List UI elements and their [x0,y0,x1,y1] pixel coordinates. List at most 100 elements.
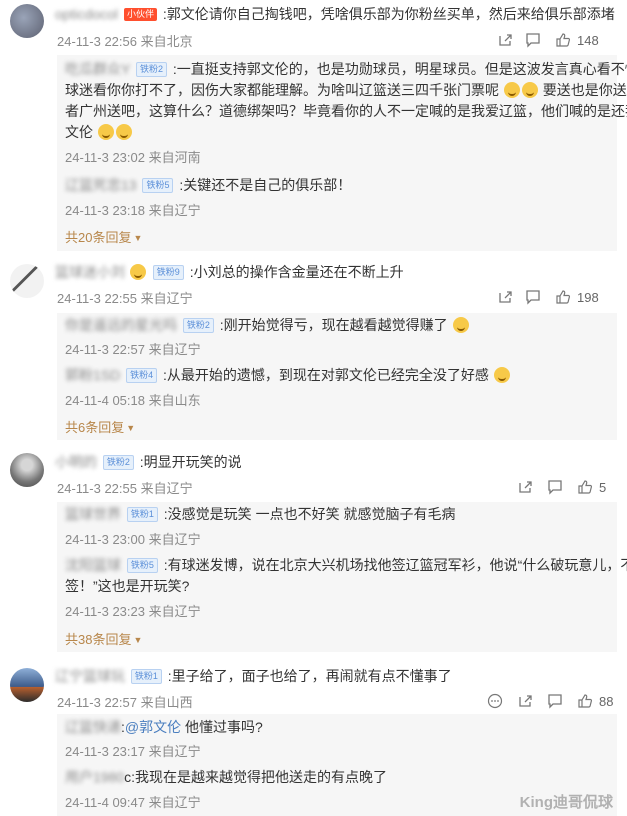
like-icon [578,480,593,494]
reply-box: 你是遥远的星光吗 铁粉2 :刚开始觉得亏，现在越看越觉得赚了 24-11-3 2… [57,313,617,440]
reply-username[interactable]: 辽篮死忠13 [65,177,137,193]
like-count: 88 [599,693,614,709]
emoji-shy-icon [129,264,146,280]
reply-text-line-1: :一直挺支持郭文伦的，也是功勋球员，明星球员。但是这波发言真心看不懂， [172,61,627,77]
reply-username[interactable]: 篮球世界 [65,506,121,522]
reply-2: 用户1980c:我现在是越来越觉得把他送走的有点晚了 [65,767,387,787]
comment-text: :郭文伦请你自己掏钱吧，凭啥俱乐部为你粉丝买单，然后来给俱乐部添堵 [162,6,615,22]
like-button[interactable]: 88 [577,691,613,711]
reply-text: 他懂过事吗? [181,719,263,735]
comment-text: :明显开玩笑的说 [139,454,242,470]
like-count: 198 [577,289,599,305]
comment-icon [548,694,562,709]
comment-icon [548,480,562,495]
emoji-shy-icon [493,367,510,383]
like-icon [556,33,571,47]
more-replies-link[interactable]: 共6条回复 ▼ [65,417,135,436]
reply-username[interactable]: 辽篮快递 [65,719,121,735]
reply-2: 辽篮死忠13 铁粉5 :关键还不是自己的俱乐部！ [65,175,351,195]
reply-meta: 24-11-3 23:17 来自辽宁 [65,744,201,759]
comment-meta: 24-11-3 22:55 来自辽宁 [57,291,193,306]
reply-1: 篮球世界 铁粉1 :没感觉是玩笑 一点也不好笑 就感觉脑子有毛病 [65,504,455,524]
reply-1: 辽篮快递:@郭文伦 他懂过事吗? [65,719,263,735]
reply-box: 篮球世界 铁粉1 :没感觉是玩笑 一点也不好笑 就感觉脑子有毛病 24-11-3… [57,502,627,652]
comment-actions: 5 [517,477,627,497]
mention-link[interactable]: @郭文伦 [125,719,181,735]
username[interactable]: 篮球迷小刘 [55,264,125,280]
reply-text: :没感觉是玩笑 一点也不好笑 就感觉脑子有毛病 [163,506,456,522]
reply-button[interactable] [525,30,541,50]
reply-meta: 24-11-3 23:23 来自辽宁 [65,604,201,619]
reply-button[interactable] [525,287,541,307]
user-badge: 铁粉1 [126,507,158,522]
like-icon [578,694,593,708]
share-icon [499,291,512,303]
like-count: 5 [599,479,607,495]
comment-meta: 24-11-3 22:57 来自山西 [57,695,193,710]
reply-1: 吃瓜群众Y 铁粉2 :一直挺支持郭文伦的，也是功勋球员，明星球员。但是这波发言真… [65,59,627,79]
comment-meta: 24-11-3 22:55 来自辽宁 [57,481,193,496]
reply-text: c:我现在是越来越觉得把他送走的有点晚了 [124,769,388,785]
like-count: 148 [577,32,599,48]
reply-text-line-3: 要送也是你送，或 [542,82,627,98]
comment-icon [526,33,540,48]
reply-meta: 24-11-4 09:47 来自辽宁 [65,795,201,810]
username[interactable]: opticdocol [55,6,118,22]
user-badge: 铁粉9 [152,265,184,280]
more-replies-link[interactable]: 共38条回复 ▼ [65,629,142,648]
share-button[interactable] [497,287,513,307]
chevron-down-icon: ▼ [133,635,143,645]
reply-meta: 24-11-3 23:18 来自辽宁 [65,203,201,218]
reply-2: 沈阳篮球 铁粉5 :有球迷发博，说在北京大兴机场找他签辽篮冠军衫，他说“什么破玩… [65,555,627,575]
username[interactable]: 小明的 [55,454,97,470]
comment-text: :小刘总的操作含金量还在不断上升 [189,264,404,280]
avatar[interactable] [10,264,44,298]
avatar[interactable] [10,668,44,702]
avatar[interactable] [10,453,44,487]
user-badge: 铁粉2 [182,318,214,333]
chevron-down-icon: ▼ [126,423,136,433]
reply-meta: 24-11-3 23:00 来自辽宁 [65,532,201,547]
like-button[interactable]: 5 [577,477,606,497]
like-button[interactable]: 148 [555,30,599,50]
user-badge: 铁粉5 [142,178,174,193]
avatar[interactable] [10,4,44,38]
reply-text: :从最开始的遗憾，到现在对郭文伦已经完全没了好感 [163,367,489,383]
share-button[interactable] [517,477,533,497]
reply-text-line-2: 签！”这也是开玩笑? [65,578,190,594]
emoji-laugh-icon [115,124,132,140]
reply-meta: 24-11-3 23:02 来自河南 [65,150,201,165]
reply-meta: 24-11-3 22:57 来自辽宁 [65,342,201,357]
emoji-laugh-icon [452,317,469,333]
user-badge: 小伙伴 [123,8,157,21]
reply-username[interactable]: 吃瓜群众Y [65,61,130,77]
user-badge: 铁粉5 [126,558,158,573]
emoji-laugh-icon [521,82,538,98]
reply-username[interactable]: 用户1980 [65,769,124,785]
share-button[interactable] [497,30,513,50]
reply-username[interactable]: 沈阳篮球 [65,557,121,573]
more-replies-link[interactable]: 共20条回复 ▼ [65,227,142,246]
reply-text: :刚开始觉得亏，现在越看越觉得赚了 [219,317,448,333]
username[interactable]: 辽宁篮球玩 [55,668,125,684]
reply-2: 郭粉1SD 铁粉4 :从最开始的遗憾，到现在对郭文伦已经完全没了好感 [65,365,511,385]
comment-icon [526,290,540,305]
comment-meta: 24-11-3 22:56 来自北京 [57,34,193,49]
comment-1: opticdocol 小伙伴 :郭文伦请你自己掏钱吧，凭啥俱乐部为你粉丝买单，然… [0,0,627,260]
share-button[interactable] [517,691,533,711]
comment-text: :里子给了，面子也给了，再闹就有点不懂事了 [167,668,452,684]
share-icon [519,481,532,493]
comment-3: 小明的 铁粉2 :明显开玩笑的说 24-11-3 22:55 来自辽宁 5 篮球… [0,450,627,660]
comment-actions: 88 [487,691,627,711]
share-icon [499,34,512,46]
reply-button[interactable] [547,477,563,497]
reply-button[interactable] [547,691,563,711]
share-icon [519,695,532,707]
reply-username[interactable]: 你是遥远的星光吗 [65,317,177,333]
reply-text-line-4: 者广州送吧，这算什么？道德绑架吗？毕竟看你的人不一定喊的是我爱辽篮，他们喊的是还… [65,103,627,119]
reply-username[interactable]: 郭粉1SD [65,367,120,383]
like-button[interactable]: 198 [555,287,599,307]
emoji-laugh-icon [503,82,520,98]
more-button[interactable] [487,691,503,711]
comment-actions: 148 [497,30,627,50]
